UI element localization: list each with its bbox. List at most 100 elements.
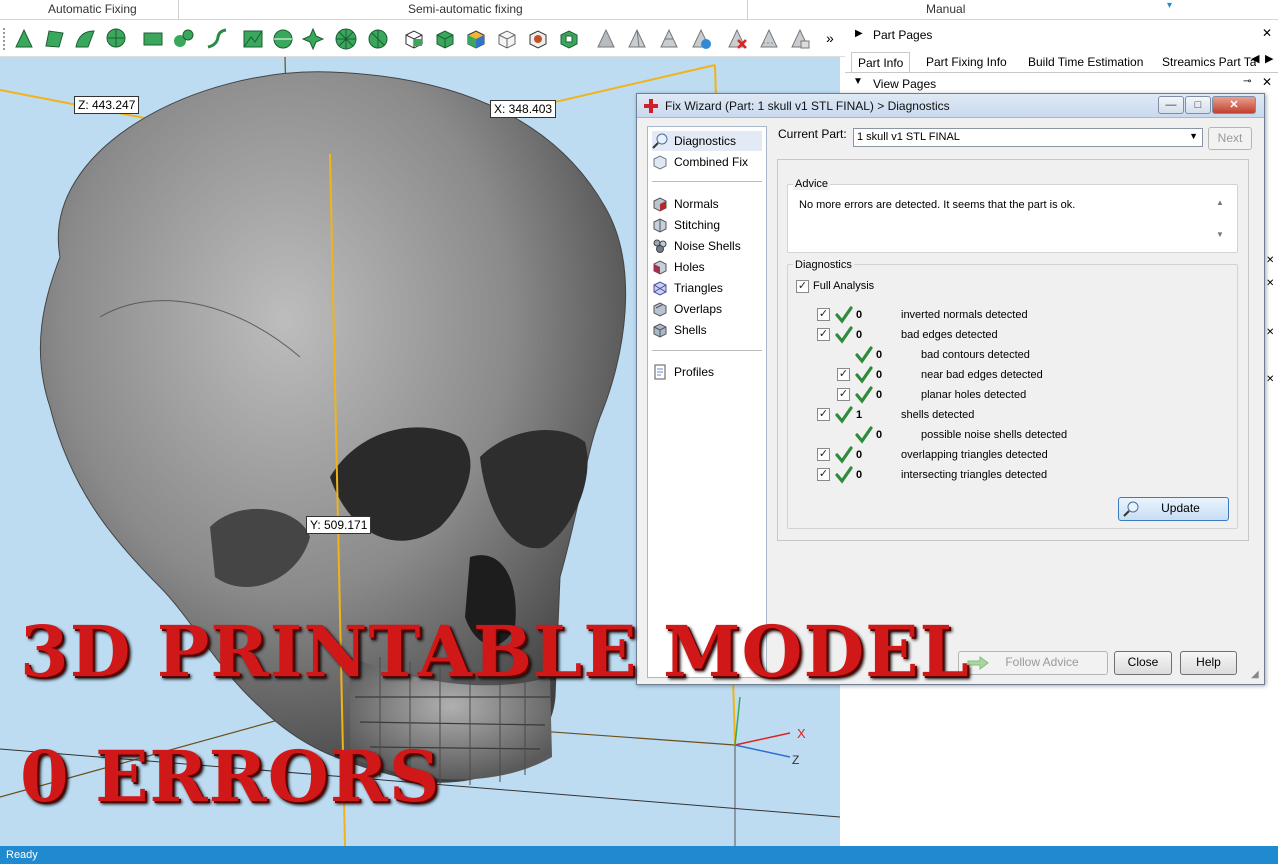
radial-fill-icon[interactable] (333, 26, 359, 52)
box-fill-icon[interactable] (432, 26, 458, 52)
tab-streamics-part[interactable]: Streamics Part Ta (1156, 52, 1256, 72)
update-button[interactable]: Update (1118, 497, 1229, 521)
result-checkbox[interactable]: ✓ (817, 308, 830, 321)
toolbar-grip-icon[interactable] (3, 28, 6, 50)
scroll-down-icon[interactable]: ▼ (1216, 230, 1224, 239)
view-pages-title: View Pages (873, 77, 937, 91)
collapse-part-pages-icon[interactable]: ▶ (855, 28, 863, 39)
select-shell-icon[interactable] (103, 26, 129, 52)
magnifier-icon (652, 133, 668, 149)
close-icon[interactable]: ✕ (1266, 374, 1274, 385)
mark-plane-icon[interactable] (624, 26, 650, 52)
select-surface-icon[interactable] (42, 26, 68, 52)
close-icon[interactable]: ✕ (1266, 278, 1274, 289)
box-inner-icon[interactable] (525, 26, 551, 52)
select-edge-icon[interactable] (204, 26, 230, 52)
overlay-subheadline: 0 ERRORS (20, 735, 441, 818)
close-icon[interactable]: ✕ (1262, 26, 1272, 40)
current-part-value: 1 skull v1 STL FINAL (857, 131, 960, 143)
box-color-icon[interactable] (463, 26, 489, 52)
nav-triangles[interactable]: Triangles (652, 278, 723, 298)
nav-normals[interactable]: Normals (652, 194, 719, 214)
select-plane-icon[interactable] (140, 26, 166, 52)
full-analysis-checkbox[interactable]: ✓ Full Analysis (796, 277, 874, 295)
expand-marking-icon[interactable] (787, 26, 813, 52)
tab-build-time-estimation[interactable]: Build Time Estimation (1022, 52, 1149, 72)
result-checkbox[interactable]: ✓ (817, 468, 830, 481)
arrow-right-icon (967, 656, 989, 670)
result-count: 0 (856, 469, 863, 481)
tab-part-fixing-info[interactable]: Part Fixing Info (920, 52, 1013, 72)
nav-overlaps[interactable]: Overlaps (652, 299, 722, 319)
group-manual: Manual (926, 2, 966, 16)
result-checkbox[interactable]: ✓ (817, 328, 830, 341)
nav-label: Normals (674, 197, 719, 211)
nav-noise-shells[interactable]: Noise Shells (652, 236, 741, 256)
ribbon-group-bar: Automatic Fixing Semi-automatic fixing M… (0, 0, 1278, 20)
resize-grip-icon[interactable]: ◢ (1251, 669, 1259, 680)
result-count: 0 (876, 389, 883, 401)
close-icon[interactable]: ✕ (1266, 327, 1274, 338)
collapse-view-pages-icon[interactable]: ▼ (853, 76, 863, 87)
result-checkbox[interactable]: ✓ (837, 388, 850, 401)
help-button[interactable]: Help (1180, 651, 1237, 675)
box-tool-icon[interactable] (401, 26, 427, 52)
tool-strip: » (0, 20, 845, 57)
mark-shell-icon[interactable] (656, 26, 682, 52)
invert-marking-icon[interactable] (756, 26, 782, 52)
nav-stitching[interactable]: Stitching (652, 215, 720, 235)
ribbon-expand-icon[interactable]: ▾ (1167, 0, 1172, 11)
pin-icon[interactable]: ⊸ (1243, 76, 1251, 87)
fill-patch-icon[interactable] (270, 26, 296, 52)
nav-diagnostics[interactable]: Diagnostics (652, 131, 762, 151)
scroll-up-icon[interactable]: ▲ (1216, 198, 1224, 207)
group-divider (747, 0, 748, 20)
select-triangle-icon[interactable] (11, 26, 37, 52)
tab-scroll-right-icon[interactable]: ▶ (1265, 52, 1273, 65)
result-checkbox[interactable]: ✓ (817, 408, 830, 421)
nav-combined-fix[interactable]: Combined Fix (652, 152, 748, 172)
mark-triangle-icon[interactable] (593, 26, 619, 52)
advice-scrollbar[interactable]: ▲ ▼ (1214, 198, 1228, 242)
toolbar-overflow-button[interactable]: » (826, 30, 834, 46)
chevron-down-icon: ▼ (1189, 131, 1198, 141)
tab-scroll-left-icon[interactable]: ◀ (1251, 52, 1259, 65)
nav-label: Diagnostics (674, 134, 737, 148)
follow-advice-button[interactable]: Follow Advice (958, 651, 1108, 675)
box-shell-icon[interactable] (556, 26, 582, 52)
mark-add-icon[interactable] (688, 26, 714, 52)
shells-icon (653, 323, 667, 338)
sphere-cut-icon[interactable] (365, 26, 391, 52)
tab-strip-line (845, 72, 1278, 73)
result-checkbox[interactable]: ✓ (837, 368, 850, 381)
status-text: Ready (6, 849, 38, 861)
green-check-icon (835, 406, 853, 424)
close-icon[interactable]: ✕ (1212, 96, 1256, 114)
dialog-title-bar[interactable]: Fix Wizard (Part: 1 skull v1 STL FINAL) … (637, 94, 1264, 118)
fill-area-icon[interactable] (240, 26, 266, 52)
select-curve-icon[interactable] (72, 26, 98, 52)
cross-section-icon[interactable] (300, 26, 326, 52)
next-button[interactable]: Next (1208, 127, 1252, 150)
nav-holes[interactable]: Holes (652, 257, 705, 277)
close-icon[interactable]: ✕ (1262, 75, 1272, 89)
nav-label: Shells (674, 323, 707, 337)
close-icon[interactable]: ✕ (1266, 255, 1274, 266)
green-check-icon (835, 306, 853, 324)
tab-part-info[interactable]: Part Info (851, 52, 911, 72)
nav-label: Triangles (674, 281, 723, 295)
select-region-icon[interactable] (171, 26, 197, 52)
result-count: 0 (876, 369, 883, 381)
unmark-icon[interactable] (724, 26, 750, 52)
close-button[interactable]: Close (1114, 651, 1172, 675)
box-outline-icon[interactable] (494, 26, 520, 52)
current-part-select[interactable]: 1 skull v1 STL FINAL ▼ (853, 128, 1203, 147)
nav-profiles[interactable]: Profiles (652, 362, 714, 382)
result-checkbox[interactable]: ✓ (817, 448, 830, 461)
maximize-icon[interactable]: □ (1185, 96, 1211, 114)
checkbox-checked-icon[interactable]: ✓ (796, 279, 809, 293)
minimize-icon[interactable]: — (1158, 96, 1184, 114)
nav-label: Combined Fix (674, 155, 749, 169)
nav-shells[interactable]: Shells (652, 320, 707, 340)
update-label: Update (1161, 501, 1200, 515)
